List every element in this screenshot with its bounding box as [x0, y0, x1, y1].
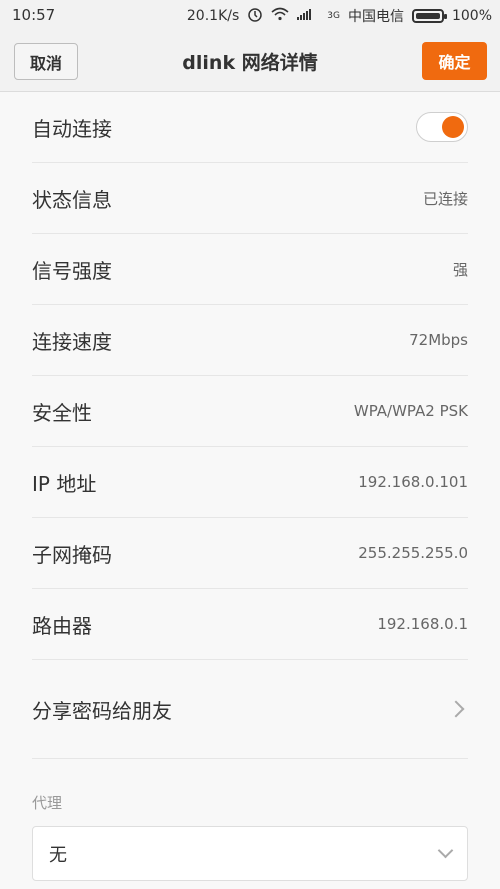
row-value: 强	[452, 260, 468, 279]
row-value: 72Mbps	[409, 331, 468, 349]
page-title: dlink 网络详情	[182, 52, 318, 74]
row-label: IP 地址	[32, 471, 97, 496]
status-time: 10:57	[12, 6, 56, 24]
ip-address-row: IP 地址 192.168.0.101	[32, 447, 468, 518]
chevron-down-icon	[437, 842, 454, 859]
cellular-signal-icon	[297, 7, 319, 25]
auto-connect-row: 自动连接	[32, 92, 468, 163]
carrier-name: 中国电信	[347, 9, 404, 25]
wifi-icon	[271, 7, 289, 25]
confirm-button[interactable]: 确定	[422, 42, 487, 80]
toggle-knob	[442, 116, 464, 138]
auto-connect-toggle[interactable]	[416, 112, 468, 142]
router-row: 路由器 192.168.0.1	[32, 589, 468, 660]
row-value: 192.168.0.101	[358, 473, 468, 491]
share-password-row[interactable]: 分享密码给朋友	[32, 660, 468, 759]
alarm-icon	[247, 6, 263, 26]
row-label: 子网掩码	[32, 542, 112, 567]
row-label: 信号强度	[32, 258, 112, 283]
signal-strength-row: 信号强度 强	[32, 234, 468, 305]
proxy-section-label: 代理	[32, 794, 63, 812]
row-value: 192.168.0.1	[377, 615, 468, 633]
status-bar: 10:57 20.1K/s 3G 中国电信 100%	[0, 0, 500, 30]
network-type: 3G	[327, 10, 340, 21]
subnet-mask-row: 子网掩码 255.255.255.0	[32, 518, 468, 589]
cancel-button[interactable]: 取消	[14, 43, 78, 80]
network-details-list: 自动连接 状态信息 已连接 信号强度 强 连接速度 72Mbps 安全性 WPA…	[0, 92, 500, 759]
row-value: WPA/WPA2 PSK	[353, 402, 468, 420]
row-label: 自动连接	[32, 116, 112, 141]
row-label: 安全性	[32, 400, 92, 425]
row-label: 连接速度	[32, 329, 112, 354]
security-row: 安全性 WPA/WPA2 PSK	[32, 376, 468, 447]
network-speed: 20.1K/s	[186, 8, 240, 24]
header-bar: 取消 dlink 网络详情 确定	[0, 30, 500, 92]
chevron-right-icon	[447, 700, 465, 718]
status-row: 状态信息 已连接	[32, 163, 468, 234]
row-value: 255.255.255.0	[358, 544, 468, 562]
row-value: 已连接	[422, 189, 468, 208]
battery-icon	[411, 9, 447, 23]
battery-percent: 100%	[451, 8, 492, 24]
link-speed-row: 连接速度 72Mbps	[32, 305, 468, 376]
proxy-select[interactable]: 无	[32, 826, 468, 881]
row-label: 分享密码给朋友	[32, 698, 172, 723]
row-label: 路由器	[32, 613, 92, 638]
row-label: 状态信息	[32, 187, 112, 212]
proxy-value: 无	[49, 844, 67, 866]
status-right: 20.1K/s 3G 中国电信 100%	[187, 6, 492, 26]
